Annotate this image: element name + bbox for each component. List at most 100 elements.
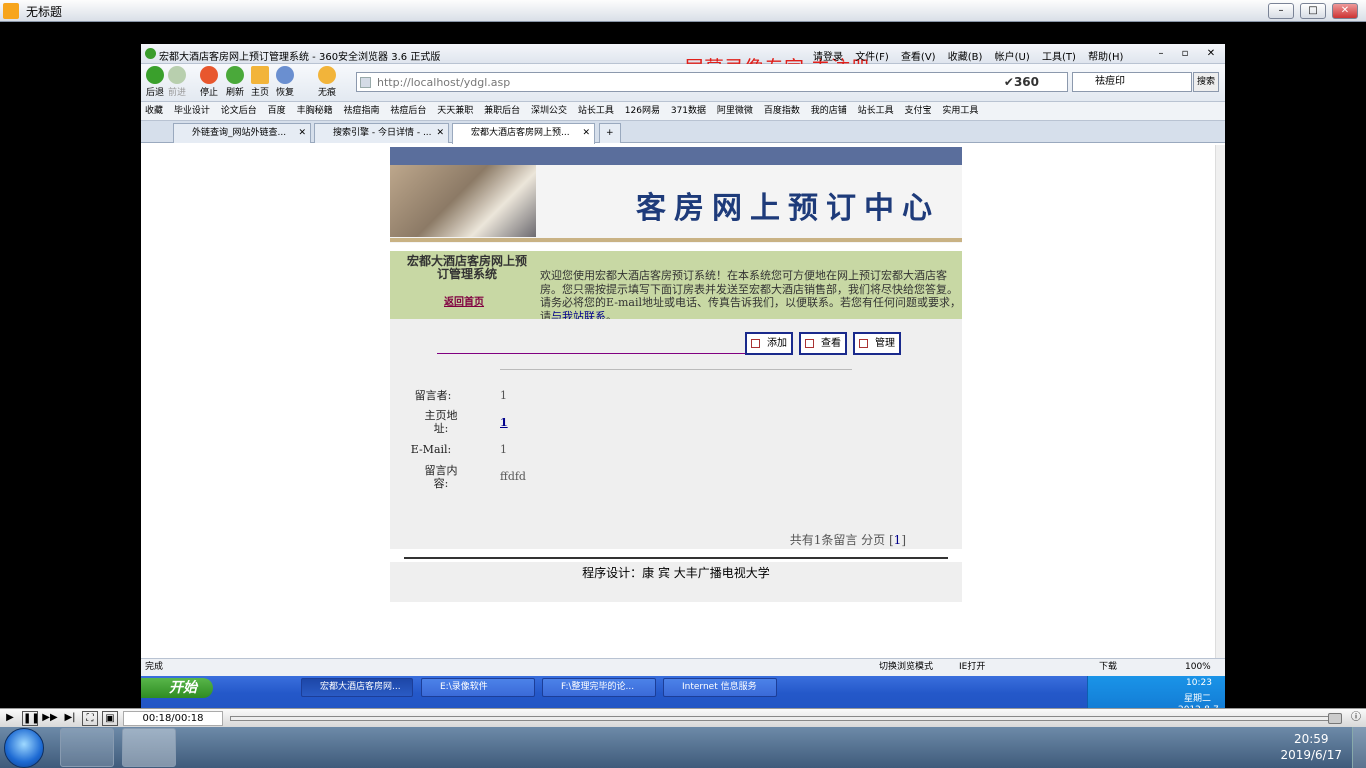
author-label: 留言者: bbox=[414, 389, 452, 402]
fav-item[interactable]: 126网易 bbox=[625, 106, 660, 116]
browser-close-button[interactable]: ✕ bbox=[1201, 46, 1221, 61]
browser-minimize-button[interactable]: – bbox=[1151, 46, 1171, 61]
pause-icon[interactable]: ❚❚ bbox=[22, 711, 40, 726]
player-logo-icon bbox=[3, 3, 19, 19]
seek-bar[interactable] bbox=[230, 713, 1342, 724]
banner-photo bbox=[390, 165, 536, 237]
tab-strip: 外链查询_网站外链查... ✕ 搜索引擎 - 今日详情 - ... ✕ 宏都大酒店客… bbox=[141, 121, 1225, 144]
footer-divider bbox=[404, 557, 948, 559]
tray-day: 星期二 bbox=[1184, 694, 1212, 704]
back-home-link[interactable]: 返回首页 bbox=[444, 293, 484, 308]
new-tab-button[interactable]: + bbox=[599, 123, 621, 143]
fav-item[interactable]: 天天兼职 bbox=[437, 106, 473, 116]
forward-button[interactable]: 前进 bbox=[163, 66, 191, 98]
fav-item[interactable]: 实用工具 bbox=[942, 106, 978, 116]
browser-maximize-button[interactable]: ▫ bbox=[1175, 46, 1195, 61]
maximize-button[interactable]: □ bbox=[1300, 3, 1326, 19]
broken-image-icon bbox=[805, 339, 814, 348]
task-folder-thesis[interactable]: F:\整理完毕的论... bbox=[542, 678, 656, 697]
close-tab-icon[interactable]: ✕ bbox=[582, 124, 590, 142]
zoom-level[interactable]: 100% bbox=[1185, 659, 1211, 675]
author-value: 1 bbox=[500, 389, 507, 402]
show-desktop-button[interactable] bbox=[1352, 727, 1366, 768]
login-link[interactable]: 请登录 bbox=[813, 52, 843, 63]
view-button[interactable]: 查看 bbox=[799, 332, 847, 355]
task-folder-recorder[interactable]: E:\录像软件 bbox=[421, 678, 535, 697]
fav-item[interactable]: 站长工具 bbox=[858, 106, 894, 116]
menu-favorites[interactable]: 收藏(B) bbox=[948, 52, 983, 63]
fav-item[interactable]: 丰胸秘籍 bbox=[297, 106, 333, 116]
task-browser[interactable]: 宏都大酒店客房网... bbox=[301, 678, 413, 697]
fav-item[interactable]: 站长工具 bbox=[578, 106, 614, 116]
search-button[interactable]: 搜索 bbox=[1193, 72, 1219, 92]
page-scrollbar[interactable] bbox=[1215, 145, 1225, 658]
fast-forward-icon[interactable]: ▶▶ bbox=[42, 711, 58, 726]
home-button[interactable]: 主页 bbox=[246, 66, 274, 98]
switch-mode-button[interactable]: 切换浏览模式 bbox=[879, 659, 933, 675]
add-button[interactable]: 添加 bbox=[745, 332, 793, 355]
close-button[interactable]: ✕ bbox=[1332, 3, 1358, 19]
stop-button[interactable]: 停止 bbox=[195, 66, 223, 98]
fav-item[interactable]: 论文后台 bbox=[221, 106, 257, 116]
task-iis[interactable]: Internet 信息服务 bbox=[663, 678, 777, 697]
minimize-button[interactable]: – bbox=[1268, 3, 1294, 19]
download-button[interactable]: 下载 bbox=[1099, 659, 1117, 675]
fav-item[interactable]: 深圳公交 bbox=[531, 106, 567, 116]
search-input[interactable]: 祛痘印 bbox=[1072, 72, 1192, 92]
fav-item[interactable]: 祛痘指南 bbox=[343, 106, 379, 116]
menu-account[interactable]: 帐户(U) bbox=[995, 52, 1030, 63]
manage-button[interactable]: 管理 bbox=[853, 332, 901, 355]
browser-window: 宏都大酒店客房网上预订管理系统 - 360安全浏览器 3.6 正式版 屏幕录像专… bbox=[141, 44, 1225, 676]
address-bar[interactable]: http://localhost/ydgl.asp ✔360 bbox=[356, 72, 1068, 92]
home-icon bbox=[251, 66, 269, 84]
tab-link-query[interactable]: 外链查询_网站外链查... ✕ bbox=[173, 123, 311, 143]
step-icon[interactable]: ▶| bbox=[62, 711, 78, 726]
info-icon[interactable]: ⓘ bbox=[1348, 711, 1364, 726]
play-icon[interactable]: ▶ bbox=[2, 711, 18, 726]
fav-item[interactable]: 我的店铺 bbox=[811, 106, 847, 116]
undo-icon bbox=[276, 66, 294, 84]
tab-search-engine[interactable]: 搜索引擎 - 今日详情 - ... ✕ bbox=[314, 123, 449, 143]
ie-open-button[interactable]: IE打开 bbox=[959, 659, 985, 675]
browser-nav-bar: 后退 前进 停止 刷新 主页 恢复 无痕 http://localhost/yd… bbox=[141, 64, 1225, 102]
fit-icon[interactable]: ▣ bbox=[102, 711, 118, 726]
menu-help[interactable]: 帮助(H) bbox=[1088, 52, 1123, 63]
playback-time: 00:18/00:18 bbox=[123, 711, 223, 726]
broken-image-icon bbox=[859, 339, 868, 348]
incognito-button[interactable]: 无痕 bbox=[313, 66, 341, 98]
fav-item[interactable]: 百度 bbox=[268, 106, 286, 116]
start-button[interactable]: 开始 bbox=[141, 678, 213, 698]
refresh-button[interactable]: 刷新 bbox=[221, 66, 249, 98]
close-tab-icon[interactable]: ✕ bbox=[436, 124, 444, 142]
homepage-link[interactable]: 1 bbox=[500, 416, 508, 429]
clock[interactable]: 20:59 2019/6/17 bbox=[1280, 731, 1342, 763]
forward-arrow-icon bbox=[168, 66, 186, 84]
explorer-app[interactable] bbox=[60, 728, 114, 767]
address-url: http://localhost/ydgl.asp bbox=[377, 76, 511, 89]
browser-title-bar: 宏都大酒店客房网上预订管理系统 - 360安全浏览器 3.6 正式版 屏幕录像专… bbox=[141, 44, 1225, 80]
clock-date: 2019/6/17 bbox=[1280, 748, 1342, 762]
fav-item[interactable]: 阿里微微 bbox=[717, 106, 753, 116]
recorder-app[interactable] bbox=[122, 728, 176, 767]
fav-item[interactable]: 兼职后台 bbox=[484, 106, 520, 116]
fav-item[interactable]: 支付宝 bbox=[904, 106, 931, 116]
fav-item[interactable]: 祛痘后台 bbox=[390, 106, 426, 116]
windows-start-orb[interactable] bbox=[4, 728, 44, 768]
status-text: 完成 bbox=[145, 662, 164, 672]
restore-button[interactable]: 恢复 bbox=[271, 66, 299, 98]
back-arrow-icon bbox=[146, 66, 164, 84]
fav-item[interactable]: 百度指数 bbox=[764, 106, 800, 116]
fav-item[interactable]: 371数据 bbox=[671, 106, 706, 116]
fullscreen-icon[interactable]: ⛶ bbox=[82, 711, 98, 726]
menu-tools[interactable]: 工具(T) bbox=[1042, 52, 1076, 63]
tab-hotel-booking[interactable]: 宏都大酒店客房网上预... ✕ bbox=[452, 123, 595, 144]
fav-item[interactable]: 毕业设计 bbox=[174, 106, 210, 116]
close-tab-icon[interactable]: ✕ bbox=[298, 124, 306, 142]
content-label: 留言内容: bbox=[424, 464, 458, 490]
seek-thumb[interactable] bbox=[1328, 713, 1342, 724]
favorites-menu[interactable]: 收藏 bbox=[145, 106, 163, 116]
banner: 客房网上预订中心 bbox=[390, 147, 962, 243]
menu-file[interactable]: 文件(F) bbox=[855, 52, 889, 63]
intro-panel: 宏都大酒店客房网上预订管理系统 返回首页 欢迎您使用宏都大酒店客房预订系统！在本… bbox=[390, 251, 962, 323]
menu-view[interactable]: 查看(V) bbox=[901, 52, 936, 63]
